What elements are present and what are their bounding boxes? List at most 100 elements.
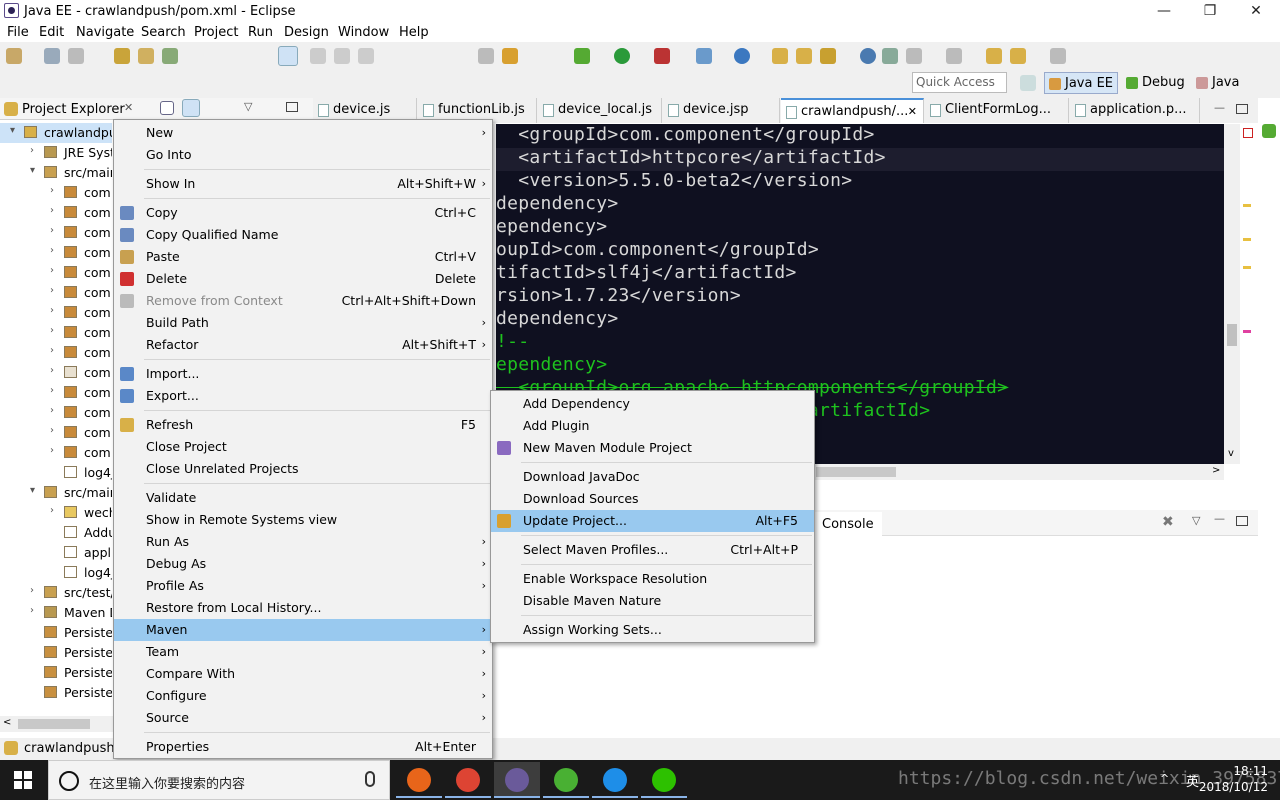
tree-item[interactable]: › com. <box>0 203 112 223</box>
collapsed-icon[interactable]: › <box>50 205 54 216</box>
scrollbar-thumb[interactable] <box>1227 324 1237 346</box>
editor-tab[interactable]: ClientFormLog... <box>925 98 1069 123</box>
microphone-icon[interactable] <box>365 771 375 787</box>
tab-console[interactable]: Console <box>814 512 882 536</box>
menu-edit[interactable]: Edit <box>39 25 64 40</box>
menu-item-remove-from-context[interactable]: Remove from Context Ctrl+Alt+Shift+Down <box>114 290 492 312</box>
tree-item[interactable]: › com. <box>0 243 112 263</box>
collapsed-icon[interactable]: › <box>50 405 54 416</box>
menu-file[interactable]: File <box>7 25 29 40</box>
tree-item[interactable]: log4j <box>0 563 112 583</box>
menu-item-go-into[interactable]: Go Into <box>114 144 492 166</box>
menu-item-debug-as[interactable]: Debug As › <box>114 553 492 575</box>
skip-breakpoints-icon[interactable] <box>278 46 298 66</box>
taskbar-clock[interactable]: 18:11 2018/10/12 <box>1196 763 1268 795</box>
collapse-all-icon[interactable] <box>160 101 174 115</box>
menu-navigate[interactable]: Navigate <box>76 25 134 40</box>
expanded-icon[interactable]: ▾ <box>30 165 35 176</box>
tree-item[interactable]: › com. <box>0 443 112 463</box>
tree-item[interactable]: › com. <box>0 343 112 363</box>
menu-item-run-as[interactable]: Run As › <box>114 531 492 553</box>
menu-item-update-project[interactable]: Update Project... Alt+F5 <box>491 510 814 532</box>
tree-item[interactable]: Persister <box>0 623 112 643</box>
editor-tab[interactable]: device.jsp <box>663 98 780 123</box>
taskbar-app[interactable] <box>641 762 687 798</box>
collapsed-icon[interactable]: › <box>50 185 54 196</box>
open-task-icon[interactable] <box>138 48 154 64</box>
collapsed-icon[interactable]: › <box>50 365 54 376</box>
resume-icon[interactable] <box>310 48 326 64</box>
menu-item-team[interactable]: Team › <box>114 641 492 663</box>
tree-item[interactable]: › com. <box>0 283 112 303</box>
expanded-icon[interactable]: ▾ <box>10 125 15 136</box>
warning-marker[interactable] <box>1243 238 1251 241</box>
menu-item-profile-as[interactable]: Profile As › <box>114 575 492 597</box>
menu-item-maven[interactable]: Maven › <box>114 619 492 641</box>
save-all-icon[interactable] <box>68 48 84 64</box>
windows-start-icon[interactable] <box>14 771 32 789</box>
tree-item[interactable]: › com. <box>0 303 112 323</box>
collapsed-icon[interactable]: › <box>30 605 34 616</box>
tree-item[interactable]: › JRE Syst <box>0 143 112 163</box>
server-icon[interactable] <box>696 48 712 64</box>
editor-tab[interactable]: application.p... <box>1070 98 1200 123</box>
collapsed-icon[interactable]: › <box>30 145 34 156</box>
menu-item-properties[interactable]: Properties Alt+Enter <box>114 736 492 758</box>
collapsed-icon[interactable]: › <box>50 385 54 396</box>
menu-item-restore-from-local-history[interactable]: Restore from Local History... <box>114 597 492 619</box>
tree-item[interactable]: › com. <box>0 403 112 423</box>
menu-item-build-path[interactable]: Build Path › <box>114 312 492 334</box>
save-icon[interactable] <box>44 48 60 64</box>
expanded-icon[interactable]: ▾ <box>30 485 35 496</box>
minimize-button[interactable]: — <box>1141 0 1187 22</box>
link-with-editor-icon[interactable] <box>182 99 200 117</box>
editor-view-menu-icon[interactable]: — <box>1214 101 1225 114</box>
menu-item-refactor[interactable]: Refactor Alt+Shift+T › <box>114 334 492 356</box>
menu-item-assign-working-sets[interactable]: Assign Working Sets... <box>491 619 814 641</box>
menu-design[interactable]: Design <box>284 25 329 40</box>
explorer-horizontal-scrollbar[interactable]: < <box>0 716 116 732</box>
tree-item[interactable]: › com. <box>0 383 112 403</box>
editor-tab[interactable]: device_local.js <box>538 98 662 123</box>
tree-item[interactable]: › com. <box>0 323 112 343</box>
menu-item-compare-with[interactable]: Compare With › <box>114 663 492 685</box>
tree-item[interactable]: ▾ src/mair <box>0 483 112 503</box>
console-view-menu-icon[interactable]: ▽ <box>1192 514 1200 527</box>
taskbar-app[interactable] <box>396 762 442 798</box>
view-menu-icon[interactable]: ▽ <box>244 100 252 113</box>
suspend-icon[interactable] <box>334 48 350 64</box>
tree-item[interactable]: appli <box>0 543 112 563</box>
menu-search[interactable]: Search <box>141 25 186 40</box>
menu-item-add-plugin[interactable]: Add Plugin <box>491 415 814 437</box>
new-java-project-icon[interactable] <box>772 48 788 64</box>
tab-close-icon[interactable]: ✕ <box>908 105 917 118</box>
terminate-icon[interactable] <box>358 48 374 64</box>
toggle-icon[interactable] <box>478 48 494 64</box>
open-type-icon[interactable] <box>114 48 130 64</box>
menu-item-source[interactable]: Source › <box>114 707 492 729</box>
tree-item[interactable]: › com. <box>0 223 112 243</box>
menu-item-close-unrelated-projects[interactable]: Close Unrelated Projects <box>114 458 492 480</box>
tree-item[interactable]: ▾ src/mair <box>0 163 112 183</box>
menu-item-add-dependency[interactable]: Add Dependency <box>491 393 814 415</box>
menu-item-copy[interactable]: Copy Ctrl+C <box>114 202 492 224</box>
menu-item-close-project[interactable]: Close Project <box>114 436 492 458</box>
collapsed-icon[interactable]: › <box>50 345 54 356</box>
tree-item[interactable]: Addu <box>0 523 112 543</box>
menu-item-download-javadoc[interactable]: Download JavaDoc <box>491 466 814 488</box>
menu-item-new-maven-module-project[interactable]: New Maven Module Project <box>491 437 814 459</box>
close-icon[interactable]: ✕ <box>124 101 133 114</box>
menu-item-disable-maven-nature[interactable]: Disable Maven Nature <box>491 590 814 612</box>
menu-item-refresh[interactable]: Refresh F5 <box>114 414 492 436</box>
error-marker-icon[interactable] <box>1243 128 1253 138</box>
remove-launches-icon[interactable]: ✖ <box>1162 514 1174 530</box>
menu-item-download-sources[interactable]: Download Sources <box>491 488 814 510</box>
menu-item-new[interactable]: New › <box>114 122 492 144</box>
scroll-down-icon[interactable]: v <box>1228 448 1234 459</box>
menu-item-paste[interactable]: Paste Ctrl+V <box>114 246 492 268</box>
menu-item-show-in[interactable]: Show In Alt+Shift+W › <box>114 173 492 195</box>
next-annotation-icon[interactable] <box>906 48 922 64</box>
debug-side-icon[interactable] <box>1262 124 1276 138</box>
editor-tab[interactable]: crawlandpush/... ✕ <box>781 98 924 123</box>
taskbar-app[interactable] <box>445 762 491 798</box>
